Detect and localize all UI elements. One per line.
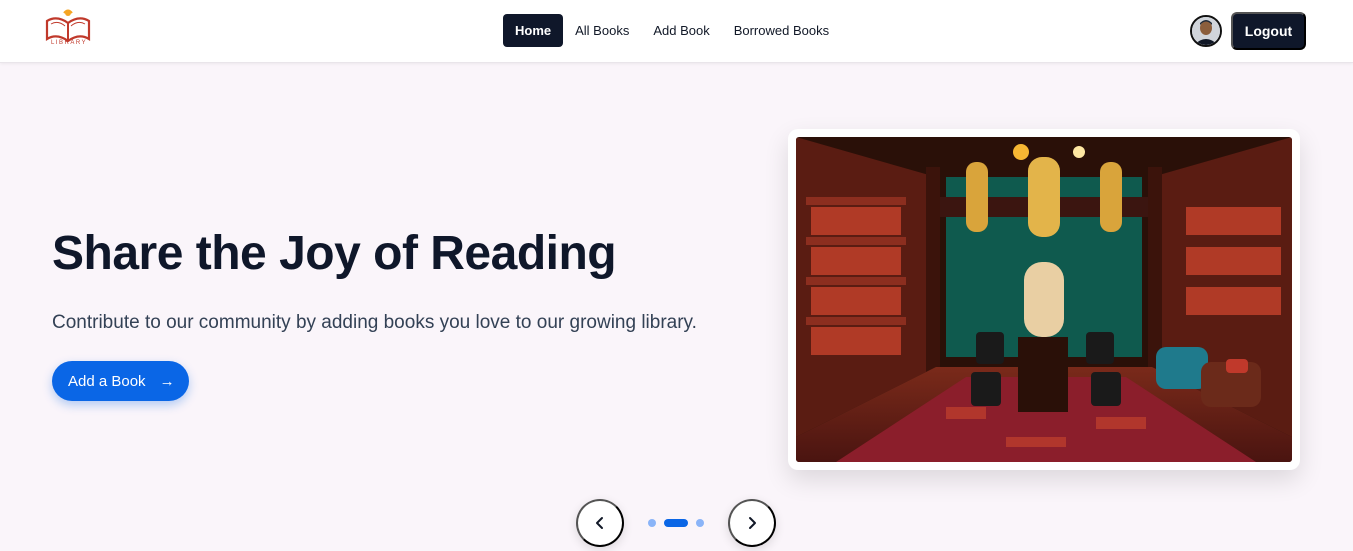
chevron-left-icon (596, 517, 603, 529)
carousel-dot[interactable] (696, 519, 704, 527)
user-photo-icon (1192, 17, 1220, 45)
nav-borrowed-books[interactable]: Borrowed Books (722, 14, 841, 47)
logo-text: LIBRARY (51, 40, 88, 46)
add-a-book-button[interactable]: Add a Book → (52, 361, 189, 401)
arrow-right-icon: → (159, 372, 175, 390)
nav-add-book[interactable]: Add Book (641, 14, 721, 47)
nav-all-books[interactable]: All Books (563, 14, 641, 47)
carousel-next-button[interactable] (728, 499, 776, 547)
carousel-dot-active[interactable] (664, 519, 688, 527)
nav-home[interactable]: Home (503, 14, 564, 47)
carousel-dot[interactable] (648, 519, 656, 527)
library-interior-image (796, 137, 1292, 462)
cta-label: Add a Book (68, 372, 146, 390)
hero-title: Share the Joy of Reading (52, 227, 617, 280)
logout-button[interactable]: Logout (1231, 12, 1306, 50)
carousel-prev-button[interactable] (576, 499, 624, 547)
navbar: LIBRARY Home All Books Add Book Borrowed… (0, 0, 1353, 63)
user-avatar[interactable] (1190, 15, 1222, 47)
hero-image-card (788, 129, 1300, 470)
chevron-right-icon (749, 517, 756, 529)
hero-subtitle: Contribute to our community by adding bo… (52, 312, 697, 333)
main-nav: Home All Books Add Book Borrowed Books (503, 14, 841, 47)
